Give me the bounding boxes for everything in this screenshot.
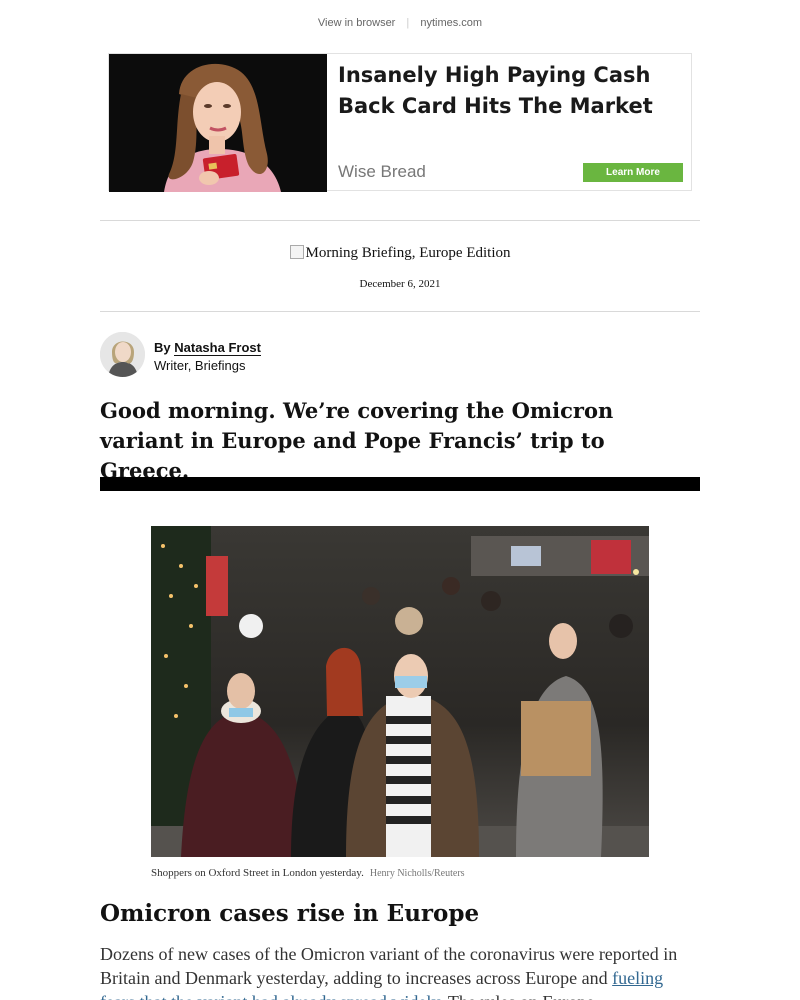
divider-bottom: [100, 311, 700, 312]
byline-prefix: By: [154, 340, 171, 355]
story-body-end: . The rules on Europe: [439, 992, 594, 1000]
top-bar-separator: |: [406, 17, 410, 29]
story-headline: Omicron cases rise in Europe: [100, 900, 480, 927]
section-divider-bar: [100, 477, 700, 491]
photo-caption: Shoppers on Oxford Street in London yest…: [151, 867, 465, 879]
broken-image-icon: [289, 245, 304, 259]
advertisement-banner[interactable]: Insanely High Paying Cash Back Card Hits…: [108, 53, 692, 192]
intro-headline: Good morning. We’re covering the Omicron…: [100, 398, 614, 483]
nytimes-link[interactable]: nytimes.com: [420, 17, 482, 29]
author-byline: By Natasha Frost: [154, 340, 261, 356]
masthead-alt-text: Morning Briefing, Europe Edition: [305, 245, 511, 261]
ad-headline[interactable]: Insanely High Paying Cash Back Card Hits…: [338, 60, 688, 122]
newsletter-date: December 6, 2021: [359, 278, 441, 290]
author-name-link[interactable]: Natasha Frost: [174, 340, 261, 356]
ad-brand: Wise Bread: [338, 162, 426, 181]
masthead: Morning Briefing, Europe Edition: [0, 245, 800, 262]
author-role: Writer, Briefings: [154, 358, 246, 373]
view-in-browser-link[interactable]: View in browser: [318, 17, 395, 29]
photo-credit: Henry Nicholls/Reuters: [369, 868, 465, 879]
author-avatar: [100, 332, 145, 377]
story-body: Dozens of new cases of the Omicron varia…: [100, 942, 700, 1000]
learn-more-button[interactable]: Learn More: [583, 163, 683, 182]
story-body-start: Dozens of new cases of the Omicron varia…: [100, 944, 678, 988]
email-top-bar: View in browser | nytimes.com: [0, 17, 800, 29]
ad-woman-card-image[interactable]: [109, 54, 327, 192]
oxford-street-photo[interactable]: [151, 526, 649, 857]
divider-top: [100, 220, 700, 221]
caption-text: Shoppers on Oxford Street in London yest…: [151, 867, 364, 879]
